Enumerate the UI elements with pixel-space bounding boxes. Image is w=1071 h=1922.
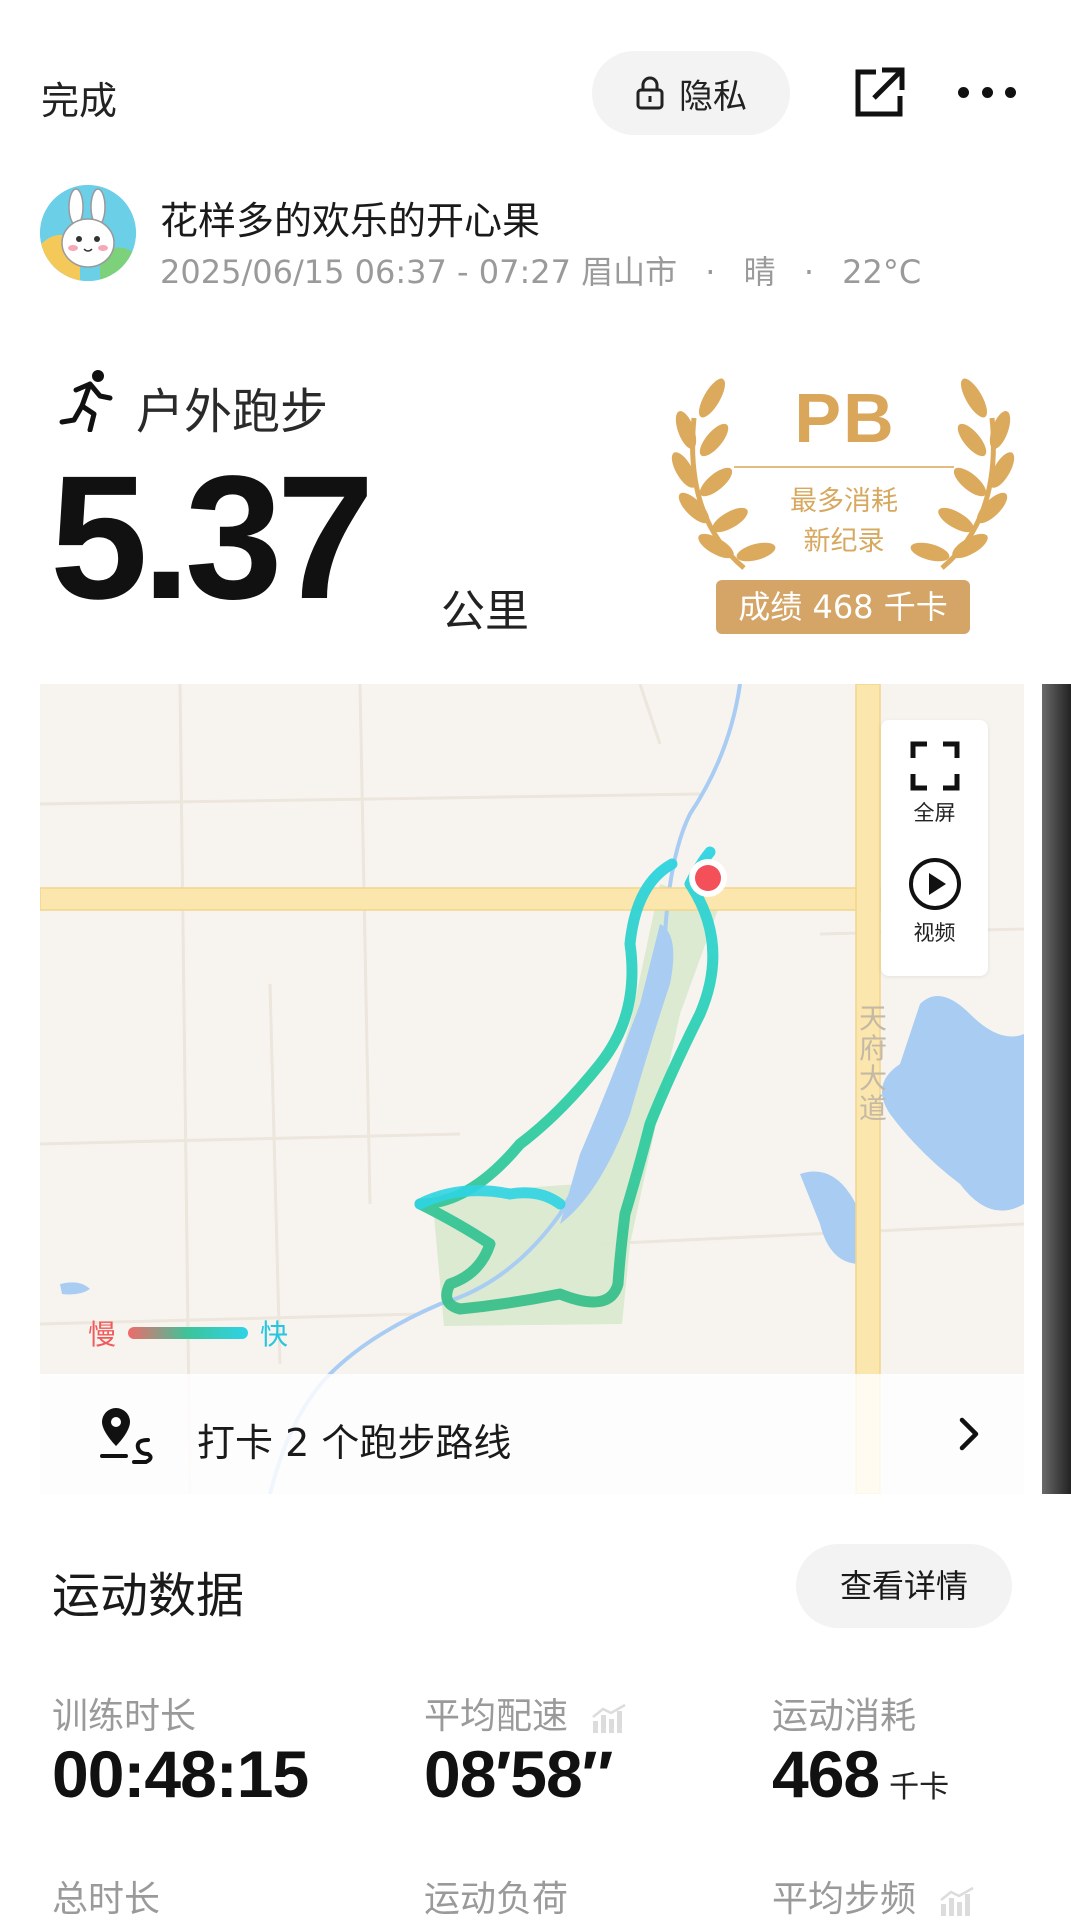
- pb-subtitle-line2: 新纪录: [803, 526, 885, 557]
- pb-divider: [734, 466, 954, 468]
- lock-icon: [636, 76, 664, 110]
- privacy-button[interactable]: 隐私: [592, 51, 790, 135]
- fullscreen-button[interactable]: 全屏: [881, 740, 988, 827]
- view-details-button[interactable]: 查看详情: [796, 1544, 1012, 1628]
- section-title: 运动数据: [52, 1568, 245, 1624]
- legend-fast: 快: [260, 1318, 289, 1351]
- next-photo-edge[interactable]: [1042, 684, 1071, 1494]
- stat-label-calories: 运动消耗: [772, 1696, 917, 1737]
- stat-label-total-duration: 总时长: [52, 1879, 161, 1920]
- route-map[interactable]: 天府大道: [40, 684, 1024, 1494]
- distance-unit: 公里: [441, 586, 529, 637]
- trend-chart-icon[interactable]: [591, 1703, 627, 1733]
- fullscreen-icon: [910, 741, 959, 791]
- privacy-label: 隐私: [679, 76, 747, 117]
- route-pin-icon: [100, 1408, 153, 1464]
- stat-value-duration: 00:48:15: [52, 1737, 309, 1811]
- done-button[interactable]: 完成: [41, 70, 117, 125]
- legend-slow: 慢: [88, 1318, 117, 1351]
- time-range: 2025/06/15 06:37 - 07:27: [160, 253, 571, 291]
- running-icon: [59, 370, 113, 432]
- pb-subtitle-line1: 最多消耗: [790, 486, 898, 517]
- share-external-icon[interactable]: [852, 66, 906, 120]
- stat-label-cadence: 平均步频: [772, 1870, 975, 1922]
- video-button[interactable]: 视频: [881, 856, 988, 947]
- map-controls: 全屏 视频: [881, 720, 988, 976]
- more-dots-icon[interactable]: [958, 84, 1016, 100]
- stat-value-calories-number: 468: [772, 1737, 880, 1811]
- trend-chart-icon[interactable]: [939, 1886, 975, 1916]
- workout-meta: 2025/06/15 06:37 - 07:27 眉山市 · 晴 · 22°C: [160, 247, 921, 293]
- city: 眉山市: [581, 253, 678, 291]
- temperature: 22°C: [842, 253, 922, 291]
- separator: ·: [705, 253, 716, 291]
- stat-label-duration: 训练时长: [52, 1696, 197, 1737]
- avatar[interactable]: [40, 185, 136, 281]
- stat-label-cadence-text: 平均步频: [772, 1879, 917, 1920]
- stat-value-pace: 08′58″: [424, 1737, 613, 1811]
- fullscreen-label: 全屏: [913, 801, 956, 825]
- legend-gradient-bar: [128, 1327, 249, 1339]
- pb-badge[interactable]: PB 最多消耗 新纪录 成绩 468 千卡: [664, 378, 1022, 638]
- stat-label-pace-text: 平均配速: [424, 1696, 569, 1737]
- weather: 晴: [743, 253, 776, 291]
- pb-score: 成绩 468 千卡: [716, 580, 970, 634]
- stat-value-calories: 468 千卡: [772, 1736, 949, 1812]
- route-checkin-row[interactable]: 打卡 2 个跑步路线: [40, 1374, 1024, 1494]
- stat-unit-calories: 千卡: [889, 1770, 950, 1805]
- pb-title: PB: [794, 379, 896, 457]
- stat-label-pace: 平均配速: [424, 1687, 627, 1739]
- stat-label-training-load: 运动负荷: [424, 1879, 569, 1920]
- chevron-right-icon: [959, 1417, 979, 1451]
- username: 花样多的欢乐的开心果: [160, 199, 541, 243]
- workout-type: 户外跑步: [136, 384, 329, 440]
- play-circle-icon: [908, 858, 961, 910]
- road-label: 天府大道: [858, 1002, 887, 1125]
- route-checkin-text: 打卡 2 个跑步路线: [197, 1421, 512, 1465]
- video-label: 视频: [913, 921, 956, 945]
- pace-legend: 慢 快: [88, 1313, 288, 1353]
- pb-subtitle: 最多消耗 新纪录: [734, 482, 954, 562]
- separator: ·: [803, 253, 814, 291]
- distance-value: 5.37: [50, 440, 375, 636]
